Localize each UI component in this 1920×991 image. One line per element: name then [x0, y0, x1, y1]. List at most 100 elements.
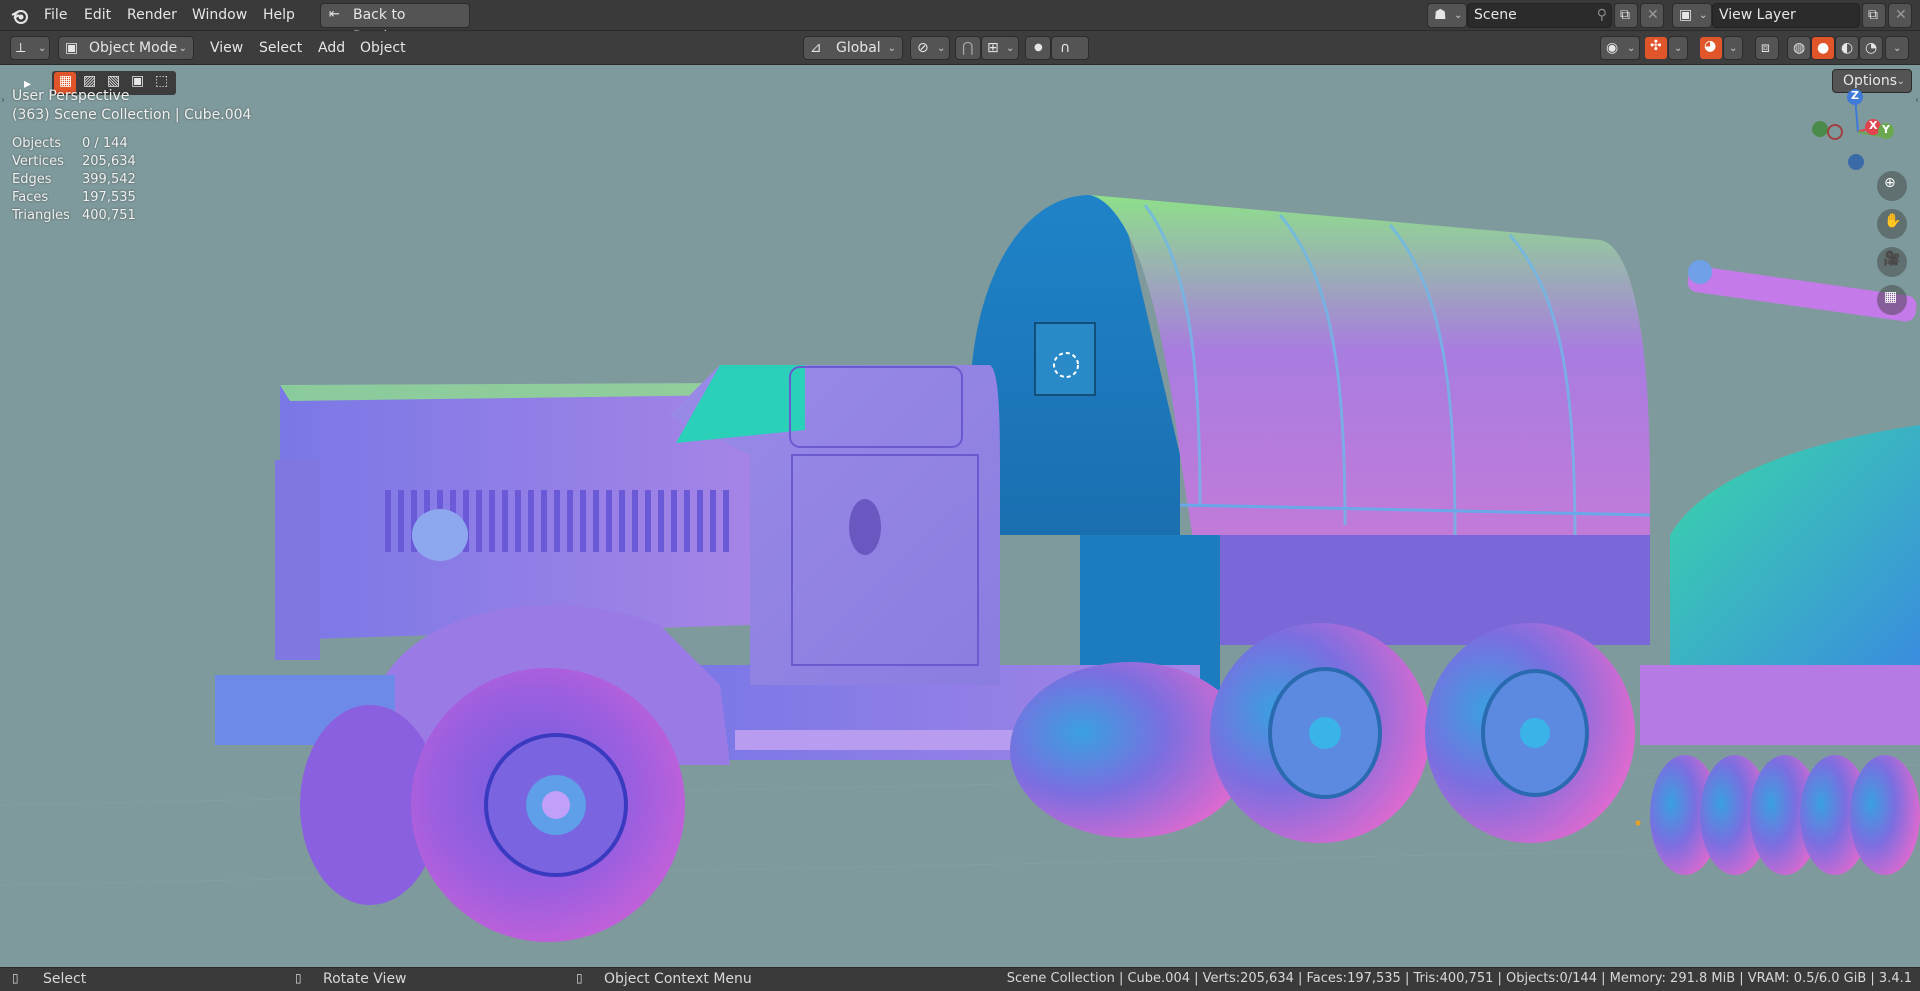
rendered-icon: ◔	[1865, 40, 1878, 56]
stat-faces-value: 197,535	[82, 190, 136, 205]
falloff-dropdown[interactable]: ∩	[1051, 36, 1089, 60]
overlays-toggle[interactable]: ◕	[1700, 37, 1722, 59]
editor-type-button[interactable]: ⟂ ⌄	[10, 36, 50, 60]
3d-viewport[interactable]: ▸ ▦ ▨ ▧ ▣ ⬚ Options ⌄ User Perspective (…	[0, 65, 1920, 967]
overlays-icon: ◕	[1704, 38, 1717, 54]
mode-dropdown[interactable]: ▣ Object Mode ⌄	[58, 36, 194, 60]
shading-material-button[interactable]: ◐	[1835, 36, 1859, 60]
right-sidebar-arrow-icon[interactable]: ‹	[1915, 95, 1919, 106]
delete-view-layer-button[interactable]: ✕	[1888, 3, 1912, 28]
select-intersect-icon: ⬚	[155, 73, 169, 89]
gizmo-x-label: X	[1869, 119, 1878, 132]
pivot-point-dropdown[interactable]: ⊘ ⌄	[910, 36, 950, 60]
mode-label: Object Mode	[89, 40, 178, 56]
stat-triangles-label: Triangles	[12, 208, 70, 223]
status-select: Select	[43, 971, 87, 987]
status-rotate: Rotate View	[323, 971, 407, 987]
overlays-dropdown[interactable]: ⌄	[1723, 36, 1743, 60]
stat-edges-value: 399,542	[82, 172, 136, 187]
select-invert-icon: ▣	[131, 73, 145, 89]
xray-toggle[interactable]: ⧈	[1755, 36, 1779, 60]
gizmo-y-label: Y	[1882, 123, 1890, 136]
header-menu-select[interactable]: Select	[259, 39, 302, 57]
shading-rendered-button[interactable]: ◔	[1859, 36, 1883, 60]
collection-info: (363) Scene Collection | Cube.004	[12, 107, 252, 123]
camera-view-button[interactable]: 🎥	[1877, 247, 1907, 277]
falloff-curve-icon: ∩	[1060, 40, 1071, 56]
menu-render[interactable]: Render	[127, 6, 177, 24]
view-layer-icon: ▣	[1679, 7, 1693, 23]
header-menu-object[interactable]: Object	[360, 39, 406, 57]
top-menu-bar: File Edit Render Window Help ⇤ Back to P…	[0, 0, 1920, 45]
gizmo-z-label: Z	[1851, 89, 1859, 102]
select-intersect-button[interactable]: ⬚	[150, 72, 172, 94]
stat-edges-label: Edges	[12, 172, 52, 187]
gizmo-dropdown[interactable]: ⌄	[1668, 36, 1688, 60]
object-mode-icon: ▣	[65, 40, 79, 56]
grid-snap-icon: ⊞	[987, 40, 999, 56]
status-bar: ▯ Select ▯ Rotate View ▯ Object Context …	[0, 967, 1920, 991]
orientation-label: Global	[836, 40, 881, 56]
left-toolbar-arrow-icon[interactable]: ›	[1, 95, 5, 106]
orientation-icon: ⊿	[810, 40, 822, 56]
back-to-previous-button[interactable]: ⇤ Back to Previous	[320, 3, 470, 45]
pin-icon[interactable]: ⚲	[1597, 4, 1607, 26]
mouse-right-icon: ▯	[576, 971, 583, 985]
delete-scene-button[interactable]: ✕	[1640, 3, 1664, 28]
menu-edit[interactable]: Edit	[84, 6, 111, 24]
scene-type-button[interactable]: ☗ ⌄	[1427, 3, 1467, 28]
snap-target-dropdown[interactable]: ⊞ ⌄	[981, 36, 1019, 60]
stat-vertices-label: Vertices	[12, 154, 64, 169]
shading-dropdown[interactable]: ⌄	[1885, 36, 1909, 60]
hand-icon: ✋	[1884, 213, 1902, 229]
eye-icon: ◉	[1606, 40, 1619, 56]
menu-window[interactable]: Window	[192, 6, 247, 24]
new-scene-button[interactable]: ⧉	[1614, 3, 1638, 28]
view-layer-type-button[interactable]: ▣ ⌄	[1672, 3, 1712, 28]
stat-objects-label: Objects	[12, 136, 62, 151]
close-icon: ✕	[1647, 7, 1659, 23]
viewport-header: ⟂ ⌄ ▣ Object Mode ⌄ View Select Add Objec…	[0, 31, 1920, 65]
zoom-icon: ⊕	[1884, 175, 1896, 191]
duplicate-icon: ⧉	[1868, 7, 1878, 23]
shading-wireframe-button[interactable]: ◍	[1787, 36, 1811, 60]
xray-icon: ⧈	[1761, 40, 1770, 56]
magnet-icon: ⋂	[962, 40, 974, 56]
transform-orientation-dropdown[interactable]: ⊿ Global ⌄	[803, 36, 903, 60]
pivot-icon: ⊘	[917, 40, 929, 56]
view-layer-name: View Layer	[1719, 7, 1796, 23]
snap-toggle[interactable]: ⋂	[955, 36, 981, 60]
visibility-dropdown[interactable]: ◉ ⌄	[1600, 36, 1640, 60]
menu-file[interactable]: File	[44, 6, 67, 24]
material-icon: ◐	[1841, 40, 1854, 56]
gizmo-toggle[interactable]: ✣	[1645, 37, 1667, 59]
zoom-button[interactable]: ⊕	[1877, 171, 1907, 201]
solid-icon: ●	[1817, 40, 1830, 56]
navigation-gizmo[interactable]: Z X Y	[1808, 87, 1908, 177]
wireframe-icon: ◍	[1793, 40, 1806, 56]
status-context-menu: Object Context Menu	[604, 971, 752, 987]
header-menu-add[interactable]: Add	[318, 39, 345, 57]
stat-faces-label: Faces	[12, 190, 49, 205]
header-menu-view[interactable]: View	[210, 39, 243, 57]
pan-button[interactable]: ✋	[1877, 209, 1907, 239]
view-layer-name-field[interactable]: View Layer	[1712, 3, 1860, 28]
scene-icon: ☗	[1434, 7, 1447, 23]
shading-solid-button[interactable]: ●	[1811, 36, 1835, 60]
stat-triangles-value: 400,751	[82, 208, 136, 223]
duplicate-icon: ⧉	[1620, 7, 1630, 23]
gizmo-icon: ✣	[1650, 38, 1662, 54]
menu-help[interactable]: Help	[263, 6, 295, 24]
back-arrow-icon: ⇤	[329, 7, 340, 22]
proportional-editing-toggle[interactable]: ●	[1025, 36, 1051, 60]
axes-icon: ⟂	[16, 40, 26, 56]
new-view-layer-button[interactable]: ⧉	[1862, 3, 1886, 28]
grid-perspective-icon: ▦	[1884, 289, 1898, 305]
perspective-toggle-button[interactable]: ▦	[1877, 285, 1907, 315]
scene-name: Scene	[1474, 7, 1517, 23]
blender-logo-icon[interactable]	[10, 6, 30, 26]
stat-vertices-value: 205,634	[82, 154, 136, 169]
proportional-icon: ●	[1034, 42, 1043, 53]
stat-objects-value: 0 / 144	[82, 136, 128, 151]
scene-name-field[interactable]: Scene ⚲	[1467, 3, 1612, 28]
